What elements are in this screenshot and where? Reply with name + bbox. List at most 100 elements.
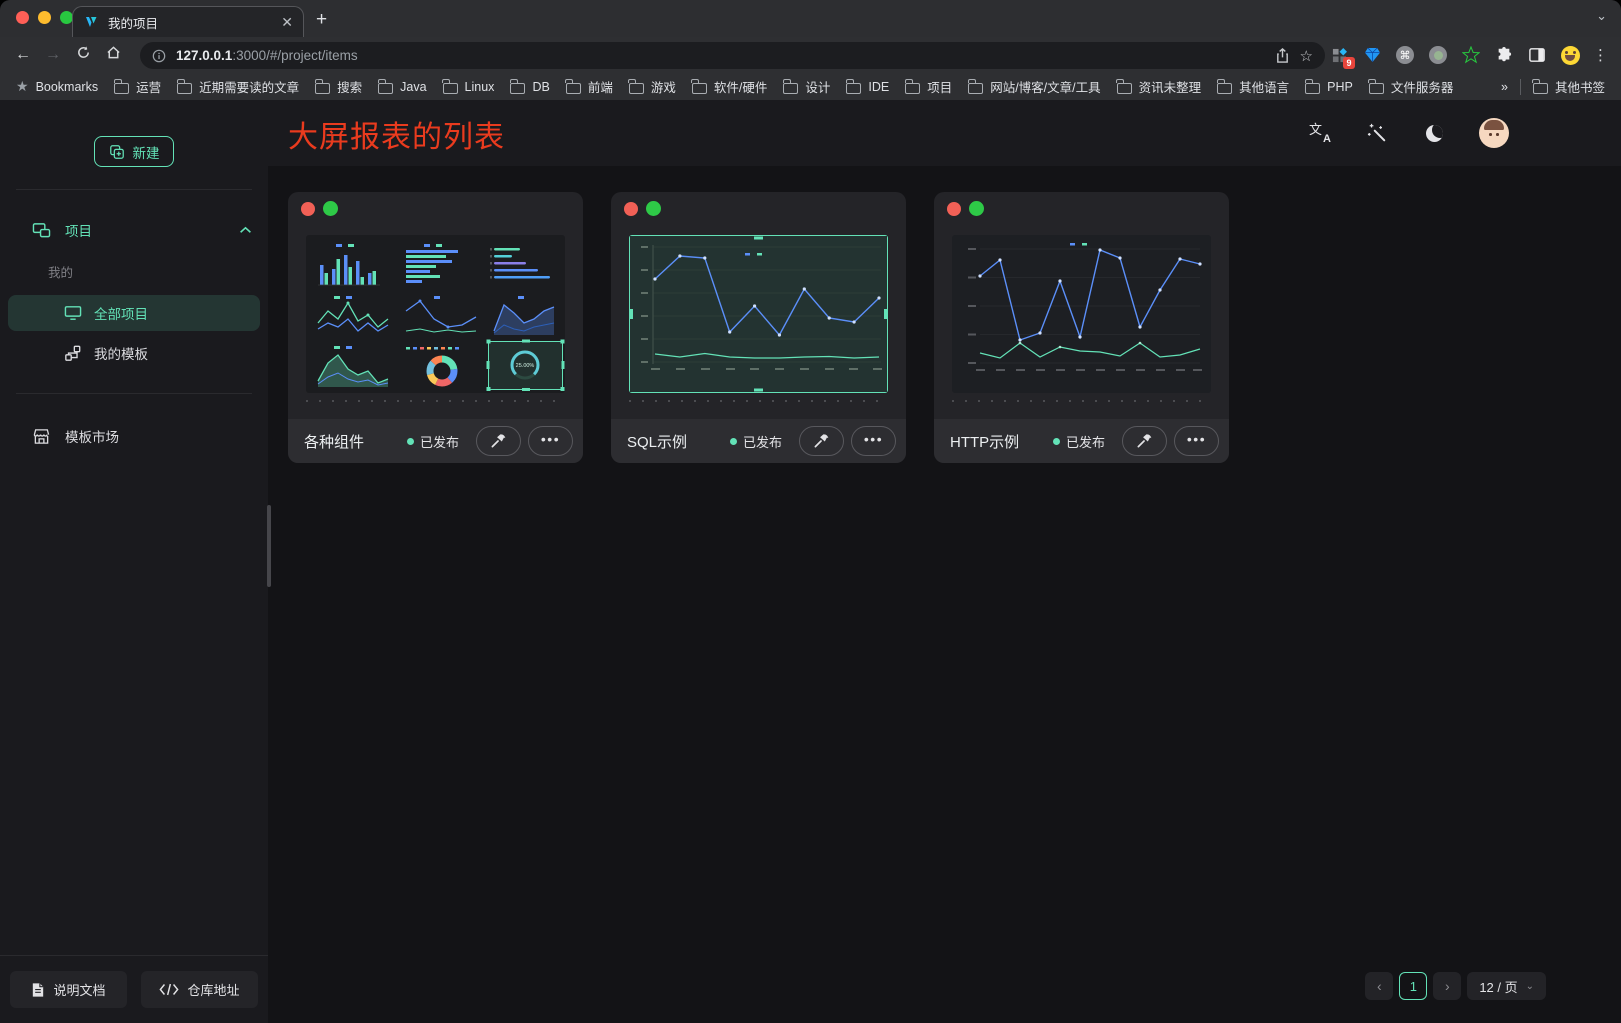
folder-icon (1117, 83, 1132, 94)
sidebar-section-project[interactable]: 项目 (0, 212, 268, 248)
bookmark-folder[interactable]: 软件/硬件 (688, 75, 771, 98)
side-panel-icon[interactable] (1527, 45, 1547, 65)
extension-tiles-icon[interactable]: 9 (1329, 45, 1349, 65)
bookmark-folder[interactable]: 前端 (562, 75, 617, 98)
sidebar-item-all-projects[interactable]: 全部项目 (8, 295, 260, 331)
bookmark-folder[interactable]: 搜索 (311, 75, 366, 98)
main-content: 大屏报表的列表 文A (268, 100, 1621, 1023)
more-button[interactable]: ••• (1174, 426, 1219, 456)
star-icon: ★ (16, 78, 29, 95)
repo-button[interactable]: 仓库地址 (141, 971, 258, 1008)
bookmarks-divider (1520, 79, 1521, 95)
site-info-icon[interactable] (152, 49, 166, 63)
dark-mode-moon-icon[interactable] (1422, 121, 1446, 145)
bookmark-folder[interactable]: 运营 (110, 75, 165, 98)
folder-icon (692, 83, 707, 94)
edit-button[interactable] (799, 426, 844, 456)
bookmark-folder[interactable]: 项目 (901, 75, 956, 98)
card-dot-green (323, 201, 338, 216)
folder-icon (443, 83, 458, 94)
card-footer: SQL示例 已发布 ••• (611, 419, 906, 463)
user-avatar[interactable] (1479, 118, 1509, 148)
sidebar-group-mine: 我的 (0, 248, 268, 291)
folder-icon (783, 83, 798, 94)
more-button[interactable]: ••• (851, 426, 896, 456)
project-card-list: 25.00% 各种组件 已发布 ••• (288, 192, 1229, 463)
copy-plus-icon (109, 144, 125, 160)
project-card[interactable]: 25.00% 各种组件 已发布 ••• (288, 192, 583, 463)
sidebar-item-my-templates[interactable]: 我的模板 (8, 335, 260, 371)
project-thumbnail (629, 235, 888, 393)
bookmark-folder[interactable]: 文件服务器 (1365, 75, 1458, 98)
reload-button[interactable] (68, 45, 98, 65)
bookmark-folder[interactable]: 资讯未整理 (1113, 75, 1206, 98)
url-text: 127.0.0.1:3000/#/project/items (176, 48, 1265, 63)
new-project-button[interactable]: 新建 (94, 136, 174, 167)
bookmarks-overflow-button[interactable]: » (1497, 78, 1512, 96)
dashboard-preview-chart: 25.00% (306, 235, 565, 393)
home-button[interactable] (98, 45, 128, 65)
tab-close-icon[interactable]: ✕ (281, 14, 293, 31)
browser-tab[interactable]: 我的项目 ✕ (72, 6, 304, 37)
chevron-down-icon: ⌄ (1526, 981, 1534, 992)
extension-record-icon[interactable] (1428, 45, 1448, 65)
dotted-divider (629, 400, 888, 402)
browser-menu-icon[interactable]: ⋮ (1593, 46, 1609, 64)
project-card[interactable]: SQL示例 已发布 ••• (611, 192, 906, 463)
browser-toolbar: ← → 127.0.0.1:3000/#/project/items ☆ 9 ⌘ (0, 37, 1621, 73)
page-size-select[interactable]: 12 / 页 ⌄ (1467, 972, 1546, 1000)
edit-button[interactable] (476, 426, 521, 456)
other-bookmarks-folder[interactable]: 其他书签 (1529, 75, 1609, 98)
header-actions: 文A (1308, 118, 1509, 148)
bookmark-star-icon[interactable]: ☆ (1300, 47, 1313, 65)
bookmark-folder[interactable]: 近期需要读的文章 (173, 75, 303, 98)
magic-wand-icon[interactable] (1365, 121, 1389, 145)
more-button[interactable]: ••• (528, 426, 573, 456)
bookmark-folder[interactable]: 设计 (779, 75, 834, 98)
project-card[interactable]: HTTP示例 已发布 ••• (934, 192, 1229, 463)
sidebar-item-template-market[interactable]: 模板市场 (0, 416, 268, 456)
dotted-divider (306, 400, 565, 402)
url-bar[interactable]: 127.0.0.1:3000/#/project/items ☆ (140, 42, 1325, 69)
tab-search-chevron-icon[interactable]: ⌄ (1596, 8, 1607, 24)
extension-gem-icon[interactable] (1362, 45, 1382, 65)
close-window-button[interactable] (16, 11, 29, 24)
share-icon[interactable] (1275, 48, 1290, 64)
folder-icon (1533, 83, 1548, 94)
extension-command-icon[interactable]: ⌘ (1395, 45, 1415, 65)
prev-page-button[interactable]: ‹ (1365, 972, 1393, 1000)
bookmark-folder[interactable]: 网站/博客/文章/工具 (964, 75, 1104, 98)
hammer-icon (490, 433, 507, 449)
bookmark-folder[interactable]: 其他语言 (1213, 75, 1293, 98)
project-thumbnail (952, 235, 1211, 393)
extension-star-icon[interactable] (1461, 45, 1481, 65)
next-page-button[interactable]: › (1433, 972, 1461, 1000)
bookmark-item[interactable]: ★Bookmarks (12, 76, 102, 97)
hammer-icon (813, 433, 830, 449)
scrollbar-thumb[interactable] (267, 505, 271, 587)
code-icon (159, 983, 179, 996)
bookmark-folder[interactable]: Java (374, 78, 430, 96)
forward-button[interactable]: → (38, 46, 68, 64)
status-dot (1053, 438, 1060, 445)
minimize-window-button[interactable] (38, 11, 51, 24)
project-icon (32, 222, 51, 239)
url-host: 127.0.0.1 (176, 48, 232, 63)
profile-avatar-icon[interactable] (1560, 45, 1580, 65)
edit-button[interactable] (1122, 426, 1167, 456)
extensions-puzzle-icon[interactable] (1494, 45, 1514, 65)
store-icon (32, 428, 51, 445)
card-title: 各种组件 (304, 431, 407, 452)
bookmark-folder[interactable]: PHP (1301, 78, 1357, 96)
language-icon[interactable]: 文A (1308, 121, 1332, 145)
bookmark-folder[interactable]: Linux (439, 78, 499, 96)
docs-button[interactable]: 说明文档 (10, 971, 127, 1008)
bookmark-folder[interactable]: DB (506, 78, 553, 96)
back-button[interactable]: ← (8, 46, 38, 64)
current-page-button[interactable]: 1 (1399, 972, 1427, 1000)
new-tab-button[interactable]: + (316, 9, 327, 31)
monitor-icon (64, 305, 82, 321)
bookmark-folder[interactable]: IDE (842, 78, 893, 96)
bookmark-folder[interactable]: 游戏 (625, 75, 680, 98)
pagination: ‹ 1 › 12 / 页 ⌄ (1365, 972, 1546, 1000)
